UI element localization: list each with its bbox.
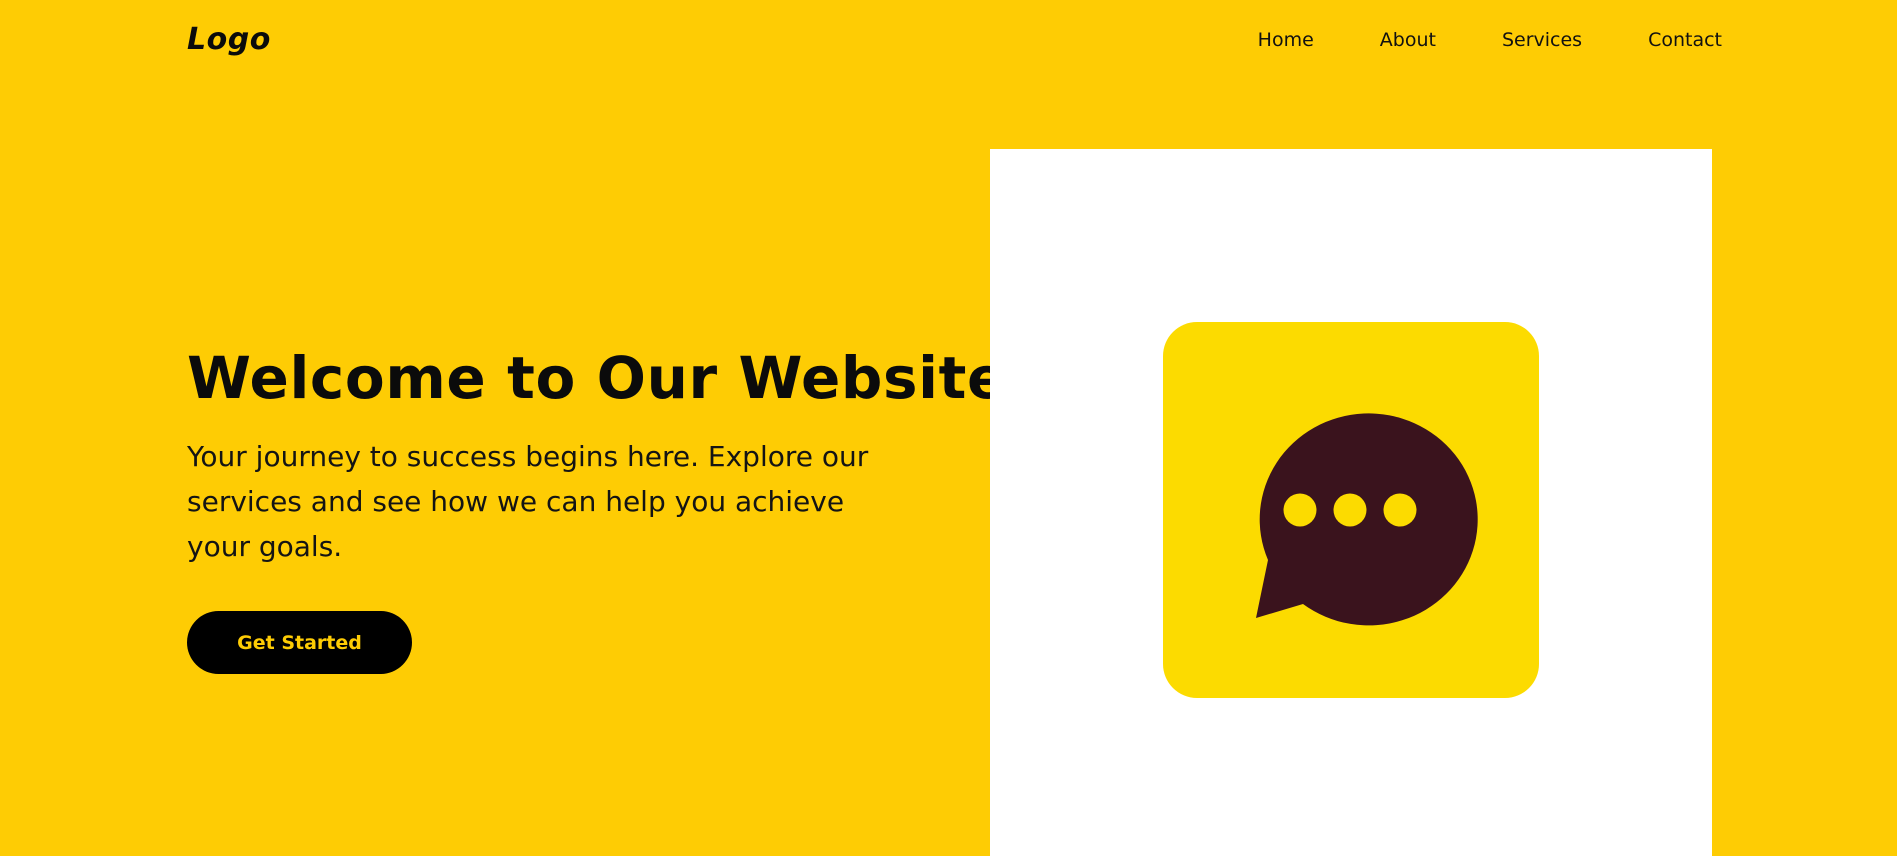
site-header: Logo Home About Services Contact <box>0 0 1897 80</box>
nav-link-home[interactable]: Home <box>1258 28 1314 52</box>
nav-link-about[interactable]: About <box>1380 28 1436 52</box>
hero-image <box>990 149 1712 856</box>
get-started-button[interactable]: Get Started <box>187 611 412 674</box>
logo[interactable]: Logo <box>187 20 271 60</box>
nav-link-services[interactable]: Services <box>1502 28 1582 52</box>
hero-title: Welcome to Our Website <box>187 344 1007 412</box>
nav-link-contact[interactable]: Contact <box>1648 28 1722 52</box>
hero-subtitle: Your journey to success begins here. Exp… <box>187 440 869 563</box>
main-nav: Home About Services Contact <box>1192 28 1722 52</box>
chat-bubble-icon <box>1163 322 1539 698</box>
hero-content: Welcome to Our Website Your journey to s… <box>187 340 1007 569</box>
